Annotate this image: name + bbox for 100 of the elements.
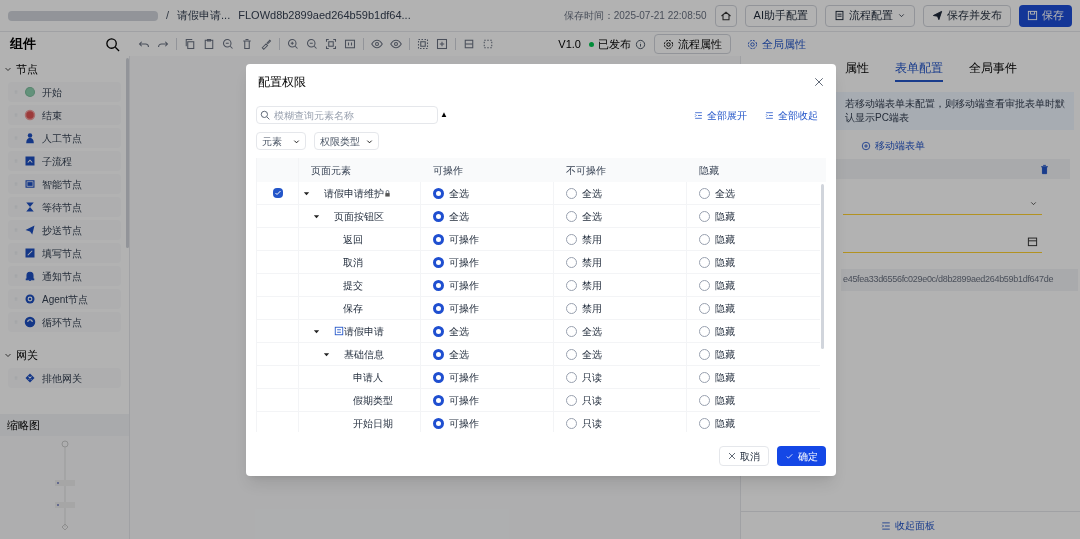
expand-toggle-icon[interactable] bbox=[313, 212, 320, 220]
column-header: 不可操作 bbox=[565, 163, 607, 178]
lasso-icon[interactable] bbox=[482, 38, 494, 50]
checkbox[interactable] bbox=[272, 188, 283, 198]
zoom-out-icon[interactable] bbox=[306, 38, 318, 50]
header-button[interactable]: 流程配置 bbox=[825, 4, 915, 27]
filter-dropdown[interactable]: 元素 bbox=[256, 132, 306, 150]
notice-text: 若移动端表单未配置，则移动端查看审批表单时默认显示PC端表 bbox=[845, 97, 1066, 125]
sort-caret[interactable]: ▲ bbox=[440, 109, 448, 121]
brush-icon[interactable] bbox=[260, 38, 272, 50]
expand-toggle-icon[interactable] bbox=[303, 189, 310, 197]
node-item[interactable]: 智能节点 bbox=[8, 174, 121, 194]
radio-option[interactable]: 可操作 bbox=[433, 254, 479, 270]
element-name: 开始日期 bbox=[353, 416, 393, 431]
panel-tab[interactable]: 表单配置 bbox=[895, 56, 943, 82]
node-item[interactable]: 循环节点 bbox=[8, 312, 121, 332]
radio-option[interactable]: 全选 bbox=[433, 185, 469, 201]
paste-icon[interactable] bbox=[203, 38, 215, 50]
redo-icon[interactable] bbox=[157, 38, 169, 50]
fit-screen-icon[interactable] bbox=[325, 38, 337, 50]
edit-icon bbox=[24, 247, 36, 259]
breadcrumb-item[interactable]: 请假申请... bbox=[177, 7, 231, 24]
radio-option[interactable]: 全选 bbox=[433, 346, 469, 362]
radio-option[interactable]: 可操作 bbox=[433, 415, 479, 431]
expand-toggle-icon[interactable] bbox=[323, 350, 330, 358]
add-frame-icon[interactable] bbox=[436, 38, 448, 50]
radio-option[interactable]: 全选 bbox=[566, 185, 602, 201]
radio-option[interactable]: 可操作 bbox=[433, 369, 479, 385]
node-item[interactable]: 填写节点 bbox=[8, 243, 121, 263]
radio-option[interactable]: 可操作 bbox=[433, 392, 479, 408]
radio-option[interactable]: 禁用 bbox=[566, 254, 602, 270]
radio-option[interactable]: 全选 bbox=[699, 185, 735, 201]
grid-icon[interactable] bbox=[463, 38, 475, 50]
radio-option[interactable]: 隐藏 bbox=[699, 346, 735, 362]
confirm-button[interactable]: 确定 bbox=[777, 446, 826, 466]
undo-icon[interactable] bbox=[138, 38, 150, 50]
radio-option[interactable]: 隐藏 bbox=[699, 254, 735, 270]
header-button[interactable]: 保存 bbox=[1019, 4, 1072, 27]
radio-option[interactable]: 可操作 bbox=[433, 277, 479, 293]
node-item[interactable]: 子流程 bbox=[8, 151, 121, 171]
radio-option[interactable]: 全选 bbox=[433, 323, 469, 339]
collapse-all-link[interactable]: 全部收起 bbox=[765, 107, 818, 123]
trash-icon[interactable] bbox=[1039, 163, 1050, 175]
panel-tab[interactable]: 属性 bbox=[845, 56, 869, 82]
search-field[interactable]: 模糊查询元素名称 bbox=[256, 106, 438, 124]
zoom-out-icon[interactable] bbox=[222, 38, 234, 50]
node-item[interactable]: 通知节点 bbox=[8, 266, 121, 286]
radio-option[interactable]: 只读 bbox=[566, 369, 602, 385]
add-link[interactable]: 移动端表单 bbox=[861, 138, 925, 153]
radio-option[interactable]: 全选 bbox=[566, 208, 602, 224]
node-item[interactable]: Agent节点 bbox=[8, 289, 121, 309]
paper-plane-icon bbox=[24, 224, 36, 236]
radio-option[interactable]: 隐藏 bbox=[699, 231, 735, 247]
cancel-button[interactable]: 取消 bbox=[719, 446, 769, 466]
radio-option[interactable]: 只读 bbox=[566, 392, 602, 408]
expand-all-link[interactable]: 全部展开 bbox=[694, 107, 747, 123]
node-item[interactable]: 抄送节点 bbox=[8, 220, 121, 240]
radio-option[interactable]: 隐藏 bbox=[699, 277, 735, 293]
radio-option[interactable]: 可操作 bbox=[433, 300, 479, 316]
node-item[interactable]: 排他网关 bbox=[8, 368, 121, 388]
header-button[interactable]: 保存并发布 bbox=[923, 4, 1011, 27]
radio-option[interactable]: 隐藏 bbox=[699, 323, 735, 339]
section-header[interactable]: 网关 bbox=[0, 344, 129, 366]
radio-option[interactable]: 隐藏 bbox=[699, 369, 735, 385]
circle-icon bbox=[24, 109, 36, 121]
node-item[interactable]: 等待节点 bbox=[8, 197, 121, 217]
radio-option[interactable]: 禁用 bbox=[566, 300, 602, 316]
trash-icon[interactable] bbox=[241, 38, 253, 50]
collapse-panel-button[interactable]: 收起面板 bbox=[741, 511, 1080, 539]
radio-option[interactable]: 禁用 bbox=[566, 231, 602, 247]
person-icon bbox=[24, 132, 36, 144]
process-properties-button[interactable]: 流程属性 bbox=[654, 34, 731, 54]
radio-option[interactable]: 只读 bbox=[566, 415, 602, 431]
radio-option[interactable]: 可操作 bbox=[433, 231, 479, 247]
node-item[interactable]: 开始 bbox=[8, 82, 121, 102]
radio-option[interactable]: 隐藏 bbox=[699, 300, 735, 316]
panel-tab[interactable]: 全局事件 bbox=[969, 56, 1017, 82]
search-icon[interactable] bbox=[105, 36, 120, 52]
radio-option[interactable]: 全选 bbox=[566, 323, 602, 339]
global-properties-link[interactable]: 全局属性 bbox=[743, 34, 810, 54]
expand-toggle-icon[interactable] bbox=[313, 327, 320, 335]
node-item[interactable]: 人工节点 bbox=[8, 128, 121, 148]
copy-icon[interactable] bbox=[184, 38, 196, 50]
select-box-icon[interactable] bbox=[417, 38, 429, 50]
radio-option[interactable]: 隐藏 bbox=[699, 392, 735, 408]
eye-icon[interactable] bbox=[390, 38, 402, 50]
home-button[interactable] bbox=[714, 4, 737, 27]
radio-option[interactable]: 隐藏 bbox=[699, 208, 735, 224]
node-item[interactable]: 结束 bbox=[8, 105, 121, 125]
header-button[interactable]: AI助手配置 bbox=[744, 4, 817, 27]
actual-size-icon[interactable] bbox=[344, 38, 356, 50]
close-button[interactable] bbox=[812, 75, 826, 89]
radio-option[interactable]: 全选 bbox=[566, 346, 602, 362]
section-header[interactable]: 节点 bbox=[0, 58, 129, 80]
filter-dropdown[interactable]: 权限类型 bbox=[314, 132, 379, 150]
zoom-in-icon[interactable] bbox=[287, 38, 299, 50]
radio-option[interactable]: 全选 bbox=[433, 208, 469, 224]
radio-option[interactable]: 隐藏 bbox=[699, 415, 735, 431]
radio-option[interactable]: 禁用 bbox=[566, 277, 602, 293]
eye-icon[interactable] bbox=[371, 38, 383, 50]
